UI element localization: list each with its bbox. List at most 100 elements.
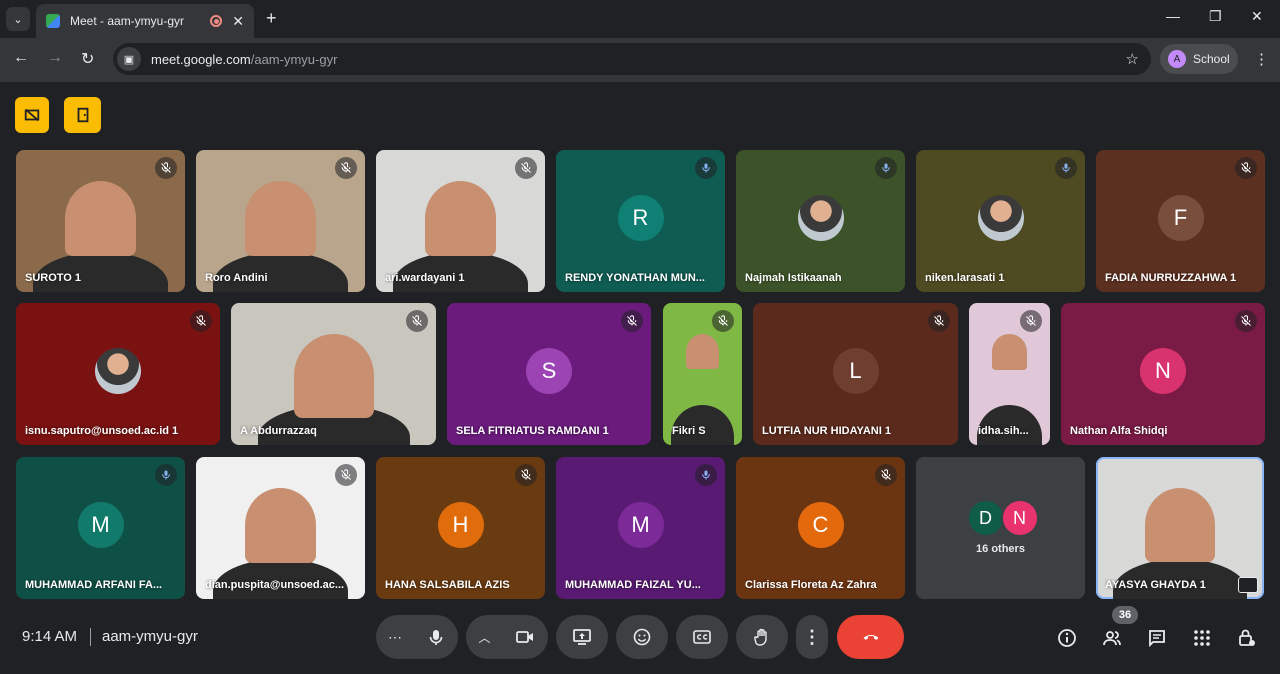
bookmark-star-icon[interactable]: ☆: [1126, 50, 1139, 68]
present-screen-icon: [573, 629, 591, 645]
camera-icon[interactable]: [515, 627, 535, 647]
people-button[interactable]: [1100, 626, 1124, 650]
participant-tile[interactable]: S SELA FITRIATUS RAMDANI 1: [447, 303, 651, 445]
tab-title: Meet - aam-ymyu-gyr: [70, 14, 185, 28]
back-icon[interactable]: ←: [13, 49, 29, 67]
participant-name: HANA SALSABILA AZIS: [385, 579, 510, 591]
microphone-icon[interactable]: [426, 627, 446, 647]
participant-name: RENDY YONATHAN MUN...: [565, 272, 705, 284]
participant-avatar-photo: [977, 195, 1024, 241]
mic-active-icon: [875, 157, 897, 179]
profile-avatar: A: [1168, 50, 1186, 68]
mic-muted-icon: [875, 464, 897, 486]
participant-tile[interactable]: Fikri S: [663, 303, 742, 445]
participant-tile[interactable]: A Abdurrazzaq: [231, 303, 436, 445]
info-icon: [1058, 629, 1076, 647]
participant-tile[interactable]: idha.sih...: [969, 303, 1050, 445]
address-bar[interactable]: ▣ meet.google.com/aam-ymyu-gyr ☆: [113, 43, 1151, 75]
participant-tile[interactable]: ari.wardayani 1: [376, 150, 545, 292]
recording-indicator-icon: [210, 15, 223, 27]
participant-tile[interactable]: Najmah Istikaanah: [736, 150, 905, 292]
raise-hand-button[interactable]: [736, 615, 788, 659]
tab-close-icon[interactable]: ✕: [232, 13, 244, 30]
room-layout-button[interactable]: [64, 97, 101, 133]
audio-options-icon[interactable]: ⋯: [388, 629, 402, 646]
meeting-details-button[interactable]: [1055, 626, 1079, 650]
browser-tab[interactable]: Meet - aam-ymyu-gyr ✕: [36, 4, 254, 38]
mic-muted-icon: [155, 157, 177, 179]
participant-avatar-initial: H: [437, 502, 484, 548]
browser-menu-icon[interactable]: ⋮: [1254, 50, 1269, 68]
participant-avatar-initial: M: [77, 502, 124, 548]
activities-button[interactable]: [1190, 626, 1214, 650]
new-tab-button[interactable]: +: [266, 8, 277, 29]
participant-tile[interactable]: Roro Andini: [196, 150, 365, 292]
participant-tile[interactable]: F FADIA NURRUZZAHWA 1: [1096, 150, 1265, 292]
profile-button[interactable]: A School: [1160, 44, 1238, 74]
participant-avatar-initial: C: [797, 502, 844, 548]
participant-name: AYASYA GHAYDA 1: [1105, 579, 1206, 591]
participant-video-head: [1144, 488, 1216, 563]
forward-icon[interactable]: →: [47, 49, 63, 67]
video-options-chevron-icon[interactable]: ︿: [478, 629, 490, 646]
mic-active-icon: [155, 464, 177, 486]
participant-name: niken.larasati 1: [925, 272, 1005, 284]
tab-search-button[interactable]: ⌄: [6, 7, 30, 31]
participant-tile[interactable]: SUROTO 1: [16, 150, 185, 292]
chat-button[interactable]: [1145, 626, 1169, 650]
participant-tile[interactable]: dian.puspita@unsoed.ac...: [196, 457, 365, 599]
closed-captions-icon: [693, 630, 711, 644]
participant-name: Clarissa Floreta Az Zahra: [745, 579, 877, 591]
meeting-time: 9:14 AM: [22, 628, 78, 645]
others-avatars: DN: [966, 499, 1039, 537]
participant-tile[interactable]: niken.larasati 1: [916, 150, 1085, 292]
profile-label: School: [1193, 52, 1230, 66]
self-view-options-icon[interactable]: [1238, 577, 1258, 593]
participant-video-head: [65, 181, 136, 256]
participant-tile[interactable]: R RENDY YONATHAN MUN...: [556, 150, 725, 292]
participant-avatar-initial: S: [526, 348, 572, 394]
captions-button[interactable]: [676, 615, 728, 659]
participant-video-head: [992, 334, 1027, 370]
participant-avatar-initial: R: [617, 195, 664, 241]
participant-tile[interactable]: M MUHAMMAD FAIZAL YU...: [556, 457, 725, 599]
raise-hand-icon: [754, 628, 767, 646]
participant-name: Najmah Istikaanah: [745, 272, 842, 284]
window-close-icon[interactable]: ✕: [1251, 8, 1263, 25]
meeting-code: aam-ymyu-gyr: [102, 628, 198, 645]
more-options-button[interactable]: ⋮: [796, 615, 828, 659]
participant-tile[interactable]: D N 16 others: [916, 457, 1085, 599]
meeting-controls-bar: 9:14 AM aam-ymyu-gyr ⋯ ︿ ⋮: [0, 606, 1280, 674]
url-text[interactable]: meet.google.com/aam-ymyu-gyr: [151, 52, 1126, 67]
mic-muted-icon: [621, 310, 643, 332]
participant-video-head: [245, 488, 316, 563]
reload-icon[interactable]: ↻: [81, 49, 94, 69]
url-path: /aam-ymyu-gyr: [250, 51, 338, 67]
end-call-icon: [863, 635, 878, 640]
participant-name: SELA FITRIATUS RAMDANI 1: [456, 425, 609, 437]
participant-name: A Abdurrazzaq: [240, 425, 317, 437]
mic-active-icon: [1055, 157, 1077, 179]
participant-tile[interactable]: N Nathan Alfa Shidqi: [1061, 303, 1265, 445]
microphone-control[interactable]: ⋯: [376, 615, 458, 659]
participant-tile[interactable]: H HANA SALSABILA AZIS: [376, 457, 545, 599]
participant-name: dian.puspita@unsoed.ac...: [205, 579, 345, 591]
reactions-button[interactable]: [616, 615, 668, 659]
leave-call-button[interactable]: [837, 615, 904, 659]
mic-muted-icon: [515, 464, 537, 486]
participant-tile[interactable]: M MUHAMMAD ARFANI FA...: [16, 457, 185, 599]
present-screen-button[interactable]: [556, 615, 608, 659]
minimize-icon[interactable]: —: [1166, 8, 1180, 24]
mic-muted-icon: [1020, 310, 1042, 332]
participant-tile[interactable]: L LUTFIA NUR HIDAYANI 1: [753, 303, 958, 445]
participant-tile[interactable]: isnu.saputro@unsoed.ac.id 1: [16, 303, 220, 445]
hide-self-view-button[interactable]: [15, 97, 49, 133]
camera-control[interactable]: ︿: [466, 615, 548, 659]
site-info-icon[interactable]: ▣: [117, 47, 141, 71]
restore-icon[interactable]: ❐: [1209, 8, 1222, 25]
mic-muted-icon: [712, 310, 734, 332]
participant-tile[interactable]: AYASYA GHAYDA 1: [1096, 457, 1264, 599]
participant-name: SUROTO 1: [25, 272, 82, 284]
host-controls-button[interactable]: [1235, 626, 1259, 650]
participant-tile[interactable]: C Clarissa Floreta Az Zahra: [736, 457, 905, 599]
